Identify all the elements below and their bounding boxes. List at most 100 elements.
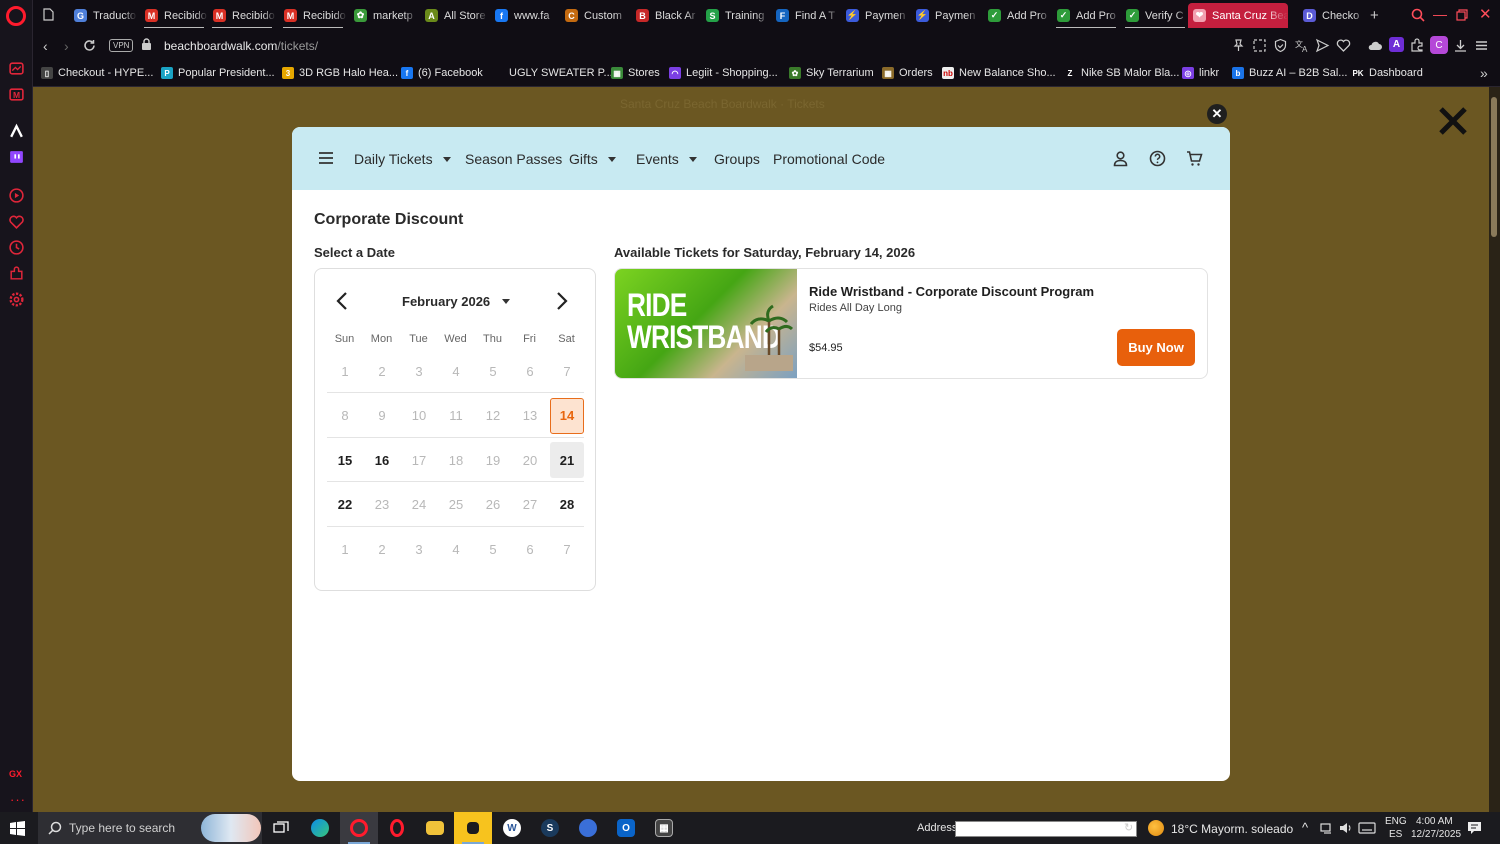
month-selector[interactable]: February 2026 <box>402 294 511 309</box>
messenger-icon[interactable] <box>8 60 25 77</box>
keyboard-icon[interactable] <box>1358 822 1376 834</box>
overlay-close-icon[interactable] <box>1436 104 1470 138</box>
puzzle-extensions-icon[interactable] <box>1410 38 1425 53</box>
history-icon[interactable] <box>8 239 25 256</box>
language-primary[interactable]: ENG <box>1385 816 1407 827</box>
browser-tab[interactable]: D Checko <box>1298 3 1366 28</box>
nav-item-promotional-code[interactable]: Promotional Code <box>773 151 885 167</box>
nav-item-groups[interactable]: Groups <box>714 151 760 167</box>
lock-icon[interactable] <box>141 38 152 50</box>
clock-date[interactable]: 12/27/2025 <box>1411 829 1461 840</box>
modal-close-button[interactable]: ✕ <box>1207 104 1227 124</box>
notifications-icon[interactable] <box>1467 821 1482 835</box>
bookmark-item[interactable]: ▦ Orders <box>882 67 933 79</box>
bookmark-item[interactable]: b Buzz AI – B2B Sal... <box>1232 67 1347 79</box>
page-scrollbar[interactable] <box>1489 87 1500 812</box>
vpn-badge[interactable]: VPN <box>109 39 134 52</box>
calculator-icon[interactable]: ▦ <box>645 812 683 844</box>
maximize-button[interactable] <box>1456 9 1468 21</box>
heart-bookmark-icon[interactable] <box>1336 38 1351 53</box>
search-tabs-icon[interactable] <box>1411 8 1425 22</box>
gx-label[interactable]: GX <box>9 769 22 779</box>
prev-month-button[interactable] <box>335 291 349 311</box>
browser-tab[interactable]: ✓ Verify C <box>1121 3 1189 28</box>
close-window-button[interactable]: ✕ <box>1479 5 1492 23</box>
steam-icon[interactable]: S <box>531 812 569 844</box>
translate-icon[interactable]: 文A <box>1294 38 1309 53</box>
browser-tab[interactable]: ⚡ Paymen <box>911 3 979 28</box>
bookmark-item[interactable]: PK Dashboard <box>1352 67 1423 79</box>
next-month-button[interactable] <box>555 291 569 311</box>
cart-icon[interactable] <box>1186 150 1203 167</box>
new-tab-button[interactable]: + <box>1365 3 1387 28</box>
language-secondary[interactable]: ES <box>1389 829 1402 840</box>
tray-overflow-icon[interactable]: ^ <box>1302 820 1308 835</box>
bookmark-item[interactable]: UGLY SWEATER P... <box>492 67 613 79</box>
browser-tab[interactable]: S Training <box>701 3 769 28</box>
account-icon[interactable] <box>1112 150 1129 167</box>
buy-now-button[interactable]: Buy Now <box>1117 329 1195 366</box>
browser-tab[interactable]: M Recibido <box>140 3 208 28</box>
browser-tab[interactable]: A All Store <box>420 3 488 28</box>
weather-text[interactable]: 18°C Mayorm. soleado <box>1171 822 1293 836</box>
bookmark-item[interactable]: ◎ linkr <box>1182 67 1219 79</box>
player-icon[interactable] <box>8 187 25 204</box>
a-extension-icon[interactable]: A <box>1389 37 1404 52</box>
browser-tab[interactable]: M Recibido <box>208 3 276 28</box>
browser-tab[interactable]: C Custom <box>560 3 628 28</box>
browser-tab[interactable]: ✓ Add Pro <box>1052 3 1120 28</box>
easy-setup-icon[interactable] <box>1474 38 1489 53</box>
opera-gx-app-icon[interactable] <box>340 812 378 844</box>
bookmark-item[interactable]: f (6) Facebook <box>401 67 483 79</box>
browser-tab[interactable]: ✿ marketp <box>349 3 417 28</box>
pin-icon[interactable] <box>1231 38 1246 53</box>
outlook-icon[interactable]: O <box>607 812 645 844</box>
bookmark-item[interactable]: ▦ Stores <box>611 67 660 79</box>
browser-tab[interactable]: ✓ Add Pro <box>983 3 1051 28</box>
sidebar-more-icon[interactable]: ··· <box>10 792 26 807</box>
settings-icon[interactable] <box>8 291 25 308</box>
extensions-sidebar-icon[interactable] <box>8 265 25 282</box>
send-icon[interactable] <box>1315 38 1330 53</box>
help-icon[interactable] <box>1149 150 1166 167</box>
tab-menu-icon[interactable] <box>43 8 54 21</box>
task-view-icon[interactable] <box>262 812 300 844</box>
twitch-icon[interactable] <box>8 149 25 166</box>
browser-tab[interactable]: G Traducto <box>69 3 137 28</box>
bookmark-item[interactable]: ▯ Checkout - HYPE... <box>41 67 153 79</box>
nav-item-gifts[interactable]: Gifts <box>569 151 616 167</box>
windows-start-icon[interactable] <box>10 821 25 836</box>
snapshot-icon[interactable] <box>1252 38 1267 53</box>
browser-tab[interactable]: B Black Ar <box>631 3 699 28</box>
address-toolbar-input[interactable] <box>955 821 1137 837</box>
calendar-day[interactable]: 16 <box>365 442 399 478</box>
bookmark-item[interactable]: Z Nike SB Malor Bla... <box>1064 67 1179 79</box>
wordpad-icon[interactable]: W <box>493 812 531 844</box>
nav-item-daily-tickets[interactable]: Daily Tickets <box>354 151 451 167</box>
minimize-button[interactable]: — <box>1433 6 1447 22</box>
aria-icon[interactable] <box>8 123 25 140</box>
network-icon[interactable] <box>1320 822 1334 834</box>
adblock-icon[interactable] <box>1273 38 1288 53</box>
back-button[interactable]: ‹ <box>43 38 48 54</box>
cloud-extension-icon[interactable] <box>1367 38 1382 53</box>
chat-app-icon[interactable] <box>569 812 607 844</box>
scrollbar-thumb[interactable] <box>1491 97 1497 237</box>
browser-tab[interactable]: F Find A T <box>771 3 839 28</box>
volume-icon[interactable] <box>1339 822 1353 834</box>
edge-app-icon[interactable] <box>301 812 339 844</box>
calendar-day[interactable]: 22 <box>328 487 362 523</box>
bookmark-item[interactable]: ✿ Sky Terrarium <box>789 67 874 79</box>
taskbar-search[interactable]: Type here to search <box>38 812 262 844</box>
calendar-day-selected[interactable]: 14 <box>550 397 584 434</box>
profile-avatar[interactable]: C <box>1430 36 1448 54</box>
gmail-sidebar-icon[interactable]: M <box>8 86 25 103</box>
opera-app-icon[interactable] <box>378 812 416 844</box>
sticky-notes-icon[interactable] <box>454 812 492 844</box>
browser-tab[interactable]: M Recibido <box>279 3 347 28</box>
calendar-day[interactable]: 15 <box>328 442 362 478</box>
download-icon[interactable] <box>1453 38 1468 53</box>
bookmarks-overflow-icon[interactable]: » <box>1480 65 1488 81</box>
bookmark-item[interactable]: nb New Balance Sho... <box>942 67 1056 79</box>
nav-item-events[interactable]: Events <box>636 151 697 167</box>
